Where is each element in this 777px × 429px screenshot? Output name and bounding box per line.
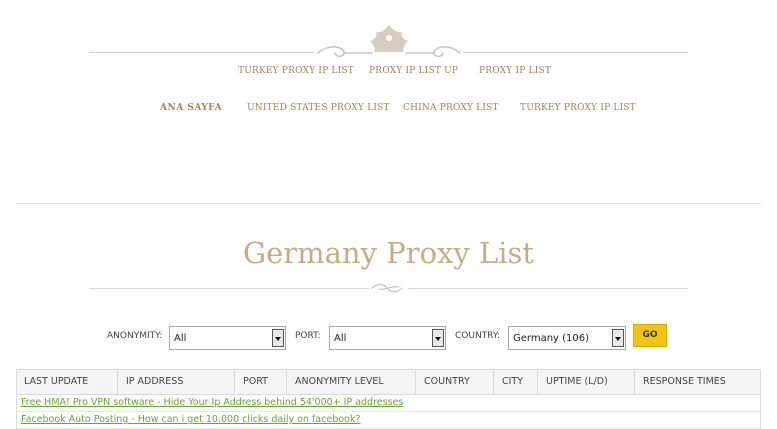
nav-link-proxy-ip-list-up[interactable]: PROXY IP LIST UP bbox=[369, 66, 458, 76]
country-select-value: Germany (106) bbox=[513, 333, 590, 344]
squiggle-ornament-icon bbox=[371, 283, 403, 293]
anonymity-dropdown-arrow-icon[interactable] bbox=[272, 329, 284, 347]
nav-link-china-proxy-list[interactable]: CHINA PROXY LIST bbox=[403, 103, 499, 113]
nav-link-ana-sayfa[interactable]: ANA SAYFA bbox=[160, 103, 222, 113]
column-header-country[interactable]: COUNTRY bbox=[415, 370, 470, 394]
anonymity-label: ANONYMITY: bbox=[107, 331, 163, 341]
proxy-table-header: LAST UPDATE IP ADDRESS PORT ANONYMITY LE… bbox=[16, 369, 761, 395]
column-header-anonymity-level[interactable]: ANONYMITY LEVEL bbox=[286, 370, 384, 394]
page-title: Germany Proxy List bbox=[242, 236, 535, 270]
column-header-last-update[interactable]: LAST UPDATE bbox=[24, 370, 88, 394]
country-dropdown-arrow-icon[interactable] bbox=[612, 329, 624, 347]
table-row: Facebook Auto Posting - How can i get 10… bbox=[16, 412, 761, 429]
column-header-uptime[interactable]: UPTIME (L/D) bbox=[537, 370, 608, 394]
nav-link-proxy-ip-list[interactable]: PROXY IP LIST bbox=[479, 66, 551, 76]
title-ornament-line-left bbox=[89, 288, 369, 289]
country-label: COUNTRY: bbox=[455, 331, 501, 341]
nav-link-turkey-proxy-ip-list[interactable]: TURKEY PROXY IP LIST bbox=[238, 66, 354, 76]
column-header-response-times[interactable]: RESPONSE TIMES bbox=[634, 370, 726, 394]
ad-link-facebook-auto-posting[interactable]: Facebook Auto Posting - How can i get 10… bbox=[21, 414, 360, 425]
port-select-value: All bbox=[334, 333, 347, 344]
header-ornament-line-left bbox=[89, 52, 314, 53]
column-header-city[interactable]: CITY bbox=[493, 370, 523, 394]
title-ornament-line-right bbox=[408, 288, 688, 289]
port-label: PORT: bbox=[295, 331, 321, 341]
column-header-port[interactable]: PORT bbox=[234, 370, 268, 394]
column-header-ip-address[interactable]: IP ADDRESS bbox=[117, 370, 183, 394]
section-divider bbox=[16, 203, 761, 204]
nav-link-turkey-proxy-ip-list-2[interactable]: TURKEY PROXY IP LIST bbox=[520, 103, 636, 113]
crest-ornament-icon bbox=[317, 25, 461, 58]
ad-link-hma-vpn[interactable]: Free HMA! Pro VPN software - Hide Your I… bbox=[21, 397, 403, 408]
header-ornament-line-right bbox=[463, 52, 688, 53]
nav-link-united-states-proxy-list[interactable]: UNITED STATES PROXY LIST bbox=[247, 103, 390, 113]
country-select[interactable]: Germany (106) bbox=[508, 326, 626, 350]
table-row: Free HMA! Pro VPN software - Hide Your I… bbox=[16, 395, 761, 412]
port-dropdown-arrow-icon[interactable] bbox=[432, 329, 444, 347]
anonymity-select[interactable]: All bbox=[169, 326, 286, 350]
anonymity-select-value: All bbox=[174, 333, 187, 344]
go-button[interactable]: GO bbox=[633, 324, 667, 347]
port-select[interactable]: All bbox=[329, 326, 446, 350]
